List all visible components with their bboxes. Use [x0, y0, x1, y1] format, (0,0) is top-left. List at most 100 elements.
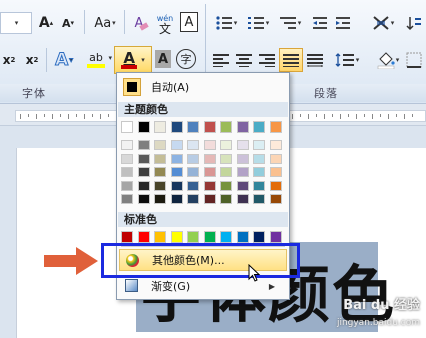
bullets-button[interactable]: ▾	[212, 12, 240, 34]
theme-tint-swatch[interactable]	[203, 140, 216, 150]
theme-tint-swatch[interactable]	[154, 153, 166, 164]
clear-formatting-button[interactable]: A	[128, 12, 150, 34]
change-case-button[interactable]: Aa ▾	[90, 12, 120, 34]
theme-tint-swatch[interactable]	[269, 153, 282, 164]
theme-color-swatch[interactable]	[121, 121, 133, 133]
theme-color-swatch[interactable]	[170, 121, 183, 133]
font-size-box[interactable]: ▾	[0, 12, 32, 34]
theme-color-swatch[interactable]	[137, 121, 150, 133]
superscript-button[interactable]: x2	[22, 49, 42, 71]
theme-color-swatch[interactable]	[187, 121, 199, 133]
standard-color-swatch[interactable]	[220, 231, 232, 243]
theme-color-swatch[interactable]	[154, 121, 166, 133]
standard-color-swatch[interactable]	[121, 231, 133, 243]
theme-tint-swatch[interactable]	[154, 180, 166, 191]
theme-tint-swatch[interactable]	[203, 153, 216, 164]
theme-tint-swatch[interactable]	[236, 194, 249, 204]
theme-tint-swatch[interactable]	[203, 180, 216, 191]
theme-tint-swatch[interactable]	[253, 140, 265, 150]
standard-color-swatch[interactable]	[236, 231, 249, 243]
theme-color-swatch[interactable]	[203, 121, 216, 133]
theme-tint-swatch[interactable]	[187, 180, 199, 191]
theme-tint-swatch[interactable]	[137, 140, 150, 150]
theme-tint-swatch[interactable]	[154, 140, 166, 150]
distributed-button[interactable]	[304, 50, 326, 70]
theme-color-swatch[interactable]	[269, 121, 282, 133]
theme-tint-swatch[interactable]	[236, 180, 249, 191]
auto-color-item[interactable]: 自动(A)	[119, 77, 287, 97]
theme-tint-swatch[interactable]	[220, 153, 232, 164]
grow-font-button[interactable]: A ▴	[36, 12, 56, 34]
theme-tint-swatch[interactable]	[170, 180, 183, 191]
theme-tint-swatch[interactable]	[236, 167, 249, 177]
theme-tint-swatch[interactable]	[170, 167, 183, 177]
theme-tint-swatch[interactable]	[170, 140, 183, 150]
theme-tint-swatch[interactable]	[236, 153, 249, 164]
theme-tint-swatch[interactable]	[236, 140, 249, 150]
theme-tint-swatch[interactable]	[170, 153, 183, 164]
font-color-button[interactable]: A ▾	[114, 46, 152, 74]
theme-color-swatch[interactable]	[253, 121, 265, 133]
theme-tint-swatch[interactable]	[137, 194, 150, 204]
multilevel-list-button[interactable]: ▾	[276, 12, 304, 34]
theme-tint-swatch[interactable]	[220, 140, 232, 150]
align-center-button[interactable]	[233, 50, 255, 70]
theme-tint-swatch[interactable]	[187, 167, 199, 177]
borders-button[interactable]	[404, 50, 424, 70]
sort-button[interactable]	[404, 12, 424, 34]
theme-tint-swatch[interactable]	[121, 153, 133, 164]
line-spacing-button[interactable]: ▾	[332, 48, 362, 72]
character-shading-button[interactable]: A	[155, 50, 171, 68]
theme-tint-swatch[interactable]	[253, 167, 265, 177]
theme-tint-swatch[interactable]	[220, 180, 232, 191]
align-right-button[interactable]	[256, 50, 278, 70]
standard-color-swatch[interactable]	[154, 231, 166, 243]
standard-color-swatch[interactable]	[137, 231, 150, 243]
standard-color-swatch[interactable]	[203, 231, 216, 243]
theme-tint-swatch[interactable]	[203, 167, 216, 177]
justify-button[interactable]	[279, 48, 303, 72]
theme-tint-swatch[interactable]	[187, 140, 199, 150]
chinese-layout-button[interactable]: ▾	[370, 12, 396, 34]
shading-button[interactable]: ▾	[374, 48, 402, 72]
theme-tint-swatch[interactable]	[121, 140, 133, 150]
theme-tint-swatch[interactable]	[269, 140, 282, 150]
theme-tint-swatch[interactable]	[154, 194, 166, 204]
shrink-font-button[interactable]: A ▾	[58, 12, 78, 34]
theme-tint-swatch[interactable]	[203, 194, 216, 204]
theme-tint-swatch[interactable]	[170, 194, 183, 204]
theme-tint-swatch[interactable]	[187, 153, 199, 164]
theme-tint-swatch[interactable]	[220, 167, 232, 177]
increase-indent-button[interactable]	[333, 12, 353, 34]
theme-tint-swatch[interactable]	[269, 194, 282, 204]
standard-color-swatch[interactable]	[269, 231, 282, 243]
numbering-button[interactable]: ▾	[244, 12, 272, 34]
text-effects-button[interactable]: A ▾	[50, 48, 78, 72]
theme-tint-swatch[interactable]	[137, 153, 150, 164]
character-border-button[interactable]: A	[180, 12, 198, 32]
theme-tint-swatch[interactable]	[137, 167, 150, 177]
theme-tint-swatch[interactable]	[121, 194, 133, 204]
theme-tint-swatch[interactable]	[121, 167, 133, 177]
theme-tint-swatch[interactable]	[187, 194, 199, 204]
theme-tint-swatch[interactable]	[253, 153, 265, 164]
enclose-characters-button[interactable]: 字	[176, 49, 196, 69]
theme-tint-swatch[interactable]	[220, 194, 232, 204]
standard-color-swatch[interactable]	[253, 231, 265, 243]
subscript-button[interactable]: x2	[0, 49, 18, 71]
theme-tint-swatch[interactable]	[269, 167, 282, 177]
theme-tint-swatch[interactable]	[269, 180, 282, 191]
standard-color-swatch[interactable]	[170, 231, 183, 243]
phonetic-guide-button[interactable]: wén 文	[153, 12, 177, 36]
theme-tint-swatch[interactable]	[253, 194, 265, 204]
theme-tint-swatch[interactable]	[154, 167, 166, 177]
text-highlight-button[interactable]: ab ▾	[80, 48, 112, 72]
theme-tint-swatch[interactable]	[253, 180, 265, 191]
standard-color-swatch[interactable]	[187, 231, 199, 243]
theme-tint-swatch[interactable]	[137, 180, 150, 191]
align-left-button[interactable]	[210, 50, 232, 70]
decrease-indent-button[interactable]	[310, 12, 330, 34]
theme-color-swatch[interactable]	[236, 121, 249, 133]
theme-color-swatch[interactable]	[220, 121, 232, 133]
theme-tint-swatch[interactable]	[121, 180, 133, 191]
